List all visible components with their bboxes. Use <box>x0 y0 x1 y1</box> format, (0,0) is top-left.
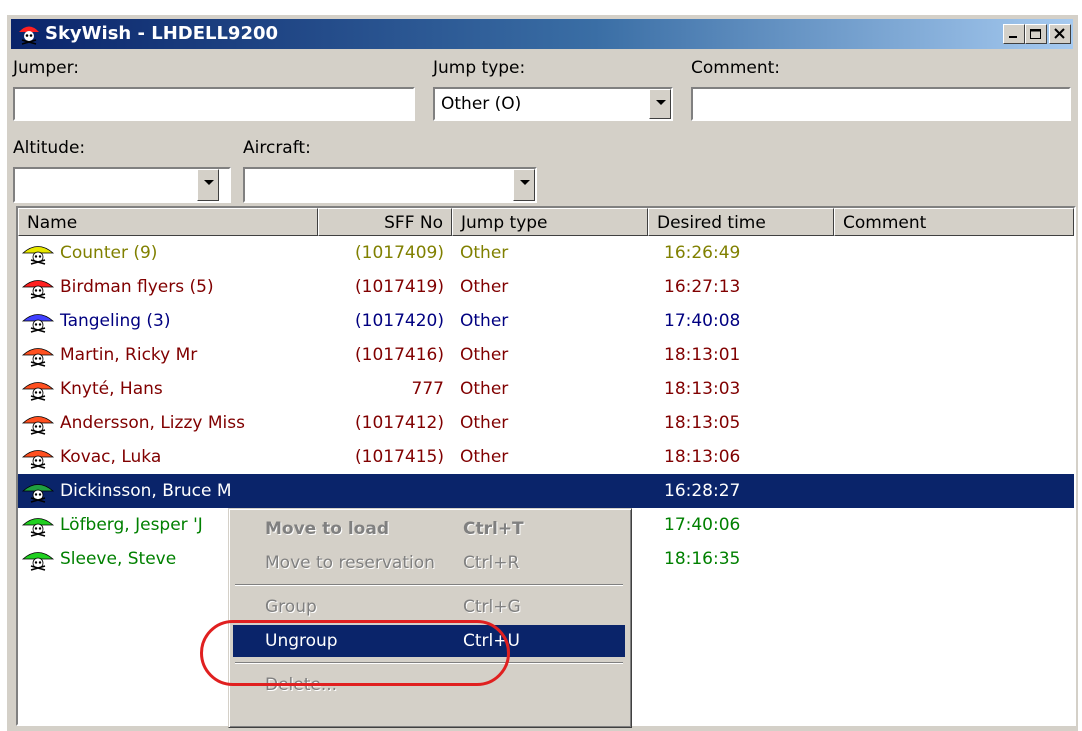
column-header-desired-time[interactable]: Desired time <box>648 208 834 236</box>
column-header-sff-no[interactable]: SFF No <box>318 208 452 236</box>
cell-desired-time: 17:40:06 <box>664 515 741 535</box>
cell-name: Dickinsson, Bruce M <box>60 481 232 501</box>
cell-sff-no: (1017415) <box>355 447 444 467</box>
jump-type-dropdown-button[interactable] <box>649 89 671 119</box>
menu-item-shortcut: Ctrl+G <box>463 597 521 617</box>
cell-desired-time: 16:26:49 <box>664 243 741 263</box>
minimize-button[interactable] <box>1003 24 1025 44</box>
table-row[interactable]: Dickinsson, Bruce M 16:28:27 <box>18 474 1074 508</box>
parachute-skull-icon <box>21 311 55 338</box>
column-header-jump-type[interactable]: Jump type <box>452 208 648 236</box>
cell-name: Martin, Ricky Mr <box>60 345 198 365</box>
cell-desired-time: 16:27:13 <box>664 277 741 297</box>
aircraft-dropdown-button[interactable] <box>513 169 535 201</box>
menu-separator <box>235 584 623 586</box>
parachute-skull-icon <box>21 413 55 440</box>
parachute-skull-icon <box>21 277 55 304</box>
comment-input[interactable] <box>691 87 1071 121</box>
cell-sff-no: 777 <box>411 379 444 399</box>
cell-name: Counter (9) <box>60 243 158 263</box>
table-row[interactable]: Kovac, Luka (1017415) Other 18:13:06 <box>18 440 1074 474</box>
comment-label: Comment: <box>691 58 781 78</box>
cell-desired-time: 18:16:35 <box>664 549 741 569</box>
altitude-label: Altitude: <box>13 138 86 158</box>
cell-desired-time: 17:40:08 <box>664 311 741 331</box>
maximize-button[interactable] <box>1025 24 1047 44</box>
parachute-skull-icon <box>21 515 55 542</box>
title-bar[interactable]: SkyWish - LHDELL9200 <box>11 19 1073 49</box>
cell-name: Birdman flyers (5) <box>60 277 214 297</box>
cell-desired-time: 18:13:06 <box>664 447 741 467</box>
table-row[interactable]: Tangeling (3) (1017420) Other 17:40:08 <box>18 304 1074 338</box>
menu-item-label: Group <box>265 597 317 617</box>
table-row[interactable]: Knyté, Hans 777 Other 18:13:03 <box>18 372 1074 406</box>
parachute-skull-icon <box>21 447 55 474</box>
jump-type-value: Other (O) <box>441 94 522 114</box>
cell-name: Löfberg, Jesper 'J <box>60 515 203 535</box>
jump-type-label: Jump type: <box>433 58 526 78</box>
table-row[interactable]: Andersson, Lizzy Miss (1017412) Other 18:13… <box>18 406 1074 440</box>
column-header-name[interactable]: Name <box>18 208 318 236</box>
table-row[interactable]: Birdman flyers (5) (1017419) Other 16:27:13 <box>18 270 1074 304</box>
cell-desired-time: 16:28:27 <box>664 481 741 501</box>
menu-item-move-to-reservation[interactable]: Move to reservation Ctrl+R <box>233 547 625 579</box>
cell-name: Kovac, Luka <box>60 447 162 467</box>
menu-item-shortcut: Ctrl+T <box>463 519 524 539</box>
cell-jump-type: Other <box>460 243 509 263</box>
jumper-input[interactable] <box>13 87 415 121</box>
close-button[interactable] <box>1049 24 1071 44</box>
altitude-dropdown-button[interactable] <box>197 169 219 201</box>
cell-name: Sleeve, Steve <box>60 549 177 569</box>
cell-name: Tangeling (3) <box>60 311 171 331</box>
cell-desired-time: 18:13:03 <box>664 379 741 399</box>
column-header-comment[interactable]: Comment <box>834 208 1074 236</box>
table-row[interactable]: Martin, Ricky Mr (1017416) Other 18:13:01 <box>18 338 1074 372</box>
cell-sff-no: (1017420) <box>355 311 444 331</box>
parachute-skull-icon <box>21 243 55 270</box>
cell-jump-type: Other <box>460 277 509 297</box>
cell-jump-type: Other <box>460 311 509 331</box>
cell-jump-type: Other <box>460 345 509 365</box>
parachute-skull-icon <box>17 23 41 50</box>
cell-jump-type: Other <box>460 447 509 467</box>
aircraft-select[interactable] <box>243 167 537 203</box>
menu-item-label: Move to load <box>265 519 389 539</box>
menu-item-label: Move to reservation <box>265 553 435 573</box>
aircraft-label: Aircraft: <box>243 138 311 158</box>
jump-type-select[interactable]: Other (O) <box>433 87 673 121</box>
cell-name: Knyté, Hans <box>60 379 163 399</box>
context-menu: Move to load Ctrl+T Move to reservation Ctr… <box>228 508 632 728</box>
parachute-skull-icon <box>21 481 55 508</box>
cell-desired-time: 18:13:01 <box>664 345 741 365</box>
jumper-label: Jumper: <box>13 58 80 78</box>
menu-item-move-to-load[interactable]: Move to load Ctrl+T <box>233 513 625 545</box>
menu-item-shortcut: Ctrl+R <box>463 553 520 573</box>
cell-jump-type: Other <box>460 379 509 399</box>
cell-jump-type: Other <box>460 413 509 433</box>
parachute-skull-icon <box>21 345 55 372</box>
cell-sff-no: (1017419) <box>355 277 444 297</box>
chevron-down-icon <box>656 100 666 105</box>
cell-sff-no: (1017409) <box>355 243 444 263</box>
table-row[interactable]: Counter (9) (1017409) Other 16:26:49 <box>18 236 1074 270</box>
parachute-skull-icon <box>21 549 55 576</box>
chevron-down-icon <box>204 180 214 185</box>
cell-desired-time: 18:13:05 <box>664 413 741 433</box>
chevron-down-icon <box>520 180 530 185</box>
parachute-skull-icon <box>21 379 55 406</box>
cell-name: Andersson, Lizzy Miss <box>60 413 245 433</box>
cell-sff-no: (1017416) <box>355 345 444 365</box>
list-header: Name SFF No Jump type Desired time Comme… <box>18 208 1074 236</box>
window-title: SkyWish - LHDELL9200 <box>45 23 279 44</box>
menu-item-group[interactable]: Group Ctrl+G <box>233 591 625 623</box>
cell-sff-no <box>318 474 444 508</box>
annotation-highlight-ring <box>200 620 510 686</box>
cell-sff-no: (1017412) <box>355 413 444 433</box>
